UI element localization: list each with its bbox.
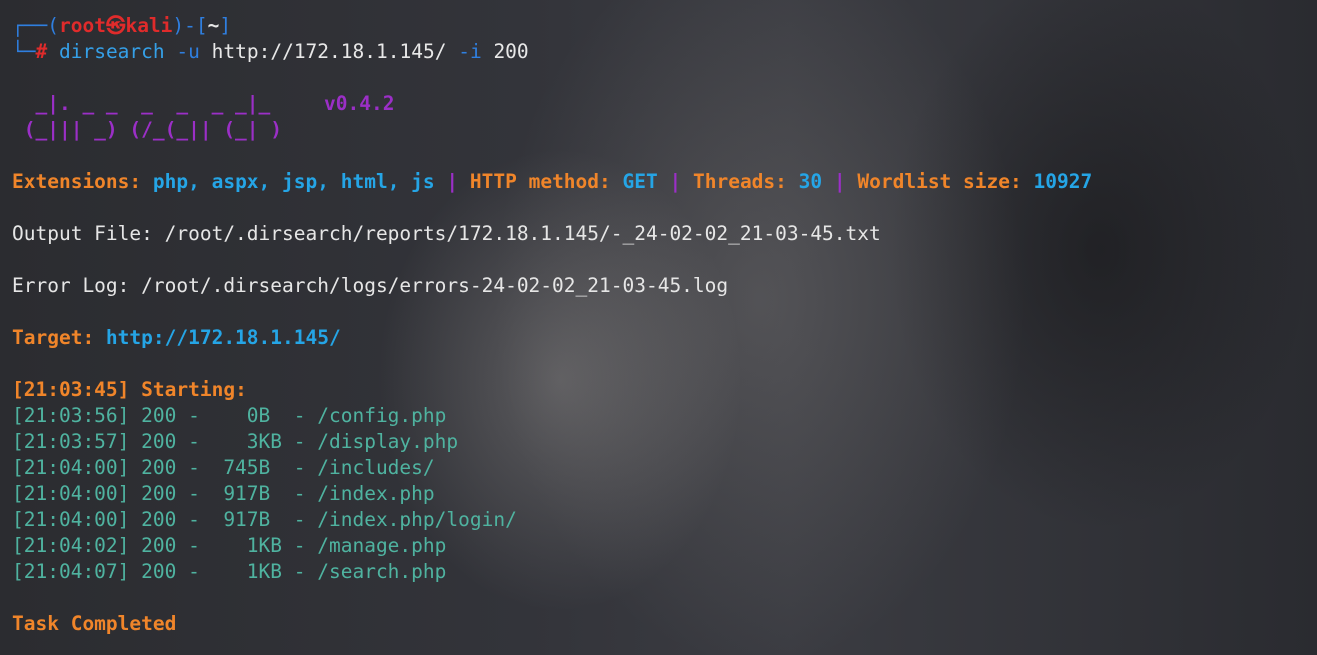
- banner-art-line1: _|. _ _ _ _ _ _|_: [12, 92, 271, 115]
- result-row: [21:04:02] 200 - 1KB - /manage.php: [12, 534, 447, 557]
- result-row: [21:04:00] 200 - 745B - /includes/: [12, 456, 435, 479]
- result-row: [21:04:00] 200 - 917B - /index.php/login…: [12, 508, 517, 531]
- result-row: [21:03:56] 200 - 0B - /config.php: [12, 404, 447, 427]
- prompt-at-icon: ㉿: [105, 14, 126, 37]
- command-url: http://172.18.1.145/: [211, 40, 447, 63]
- threads-value: 30: [798, 170, 823, 193]
- root-hash-icon: #: [35, 40, 48, 63]
- command-name: dirsearch: [58, 40, 165, 63]
- target-line: Target: http://172.18.1.145/: [12, 326, 341, 349]
- prompt-corner: ┌──(: [12, 14, 59, 37]
- prompt-line: ┌──(root㉿kali)-[~]: [12, 14, 232, 37]
- command-line[interactable]: └─# dirsearch -u http://172.18.1.145/ -i…: [12, 39, 529, 65]
- result-row: [21:03:57] 200 - 3KB - /display.php: [12, 430, 459, 453]
- error-log-line: Error Log: /root/.dirsearch/logs/errors-…: [12, 274, 729, 297]
- prompt-user: root: [58, 14, 106, 37]
- result-row: [21:04:07] 200 - 1KB - /search.php: [12, 560, 447, 583]
- task-completed-line: Task Completed: [12, 612, 177, 635]
- extensions-value: php, aspx, jsp, html, js: [152, 170, 435, 193]
- prompt-host: kali: [125, 14, 173, 37]
- result-row: [21:04:00] 200 - 917B - /index.php: [12, 482, 435, 505]
- target-url: http://172.18.1.145/: [105, 326, 341, 349]
- banner-art-line2: (_||| _) (/_(_|| (_| ): [12, 118, 283, 141]
- prompt-dir: ~: [207, 14, 220, 37]
- wordlist-value: 10927: [1033, 170, 1093, 193]
- version-label: v0.4.2: [324, 92, 395, 115]
- starting-line: [21:03:45] Starting:: [12, 378, 247, 401]
- method-value: GET: [622, 170, 658, 193]
- output-file-line: Output File: /root/.dirsearch/reports/17…: [12, 222, 881, 245]
- config-line: Extensions: php, aspx, jsp, html, js | H…: [12, 170, 1093, 193]
